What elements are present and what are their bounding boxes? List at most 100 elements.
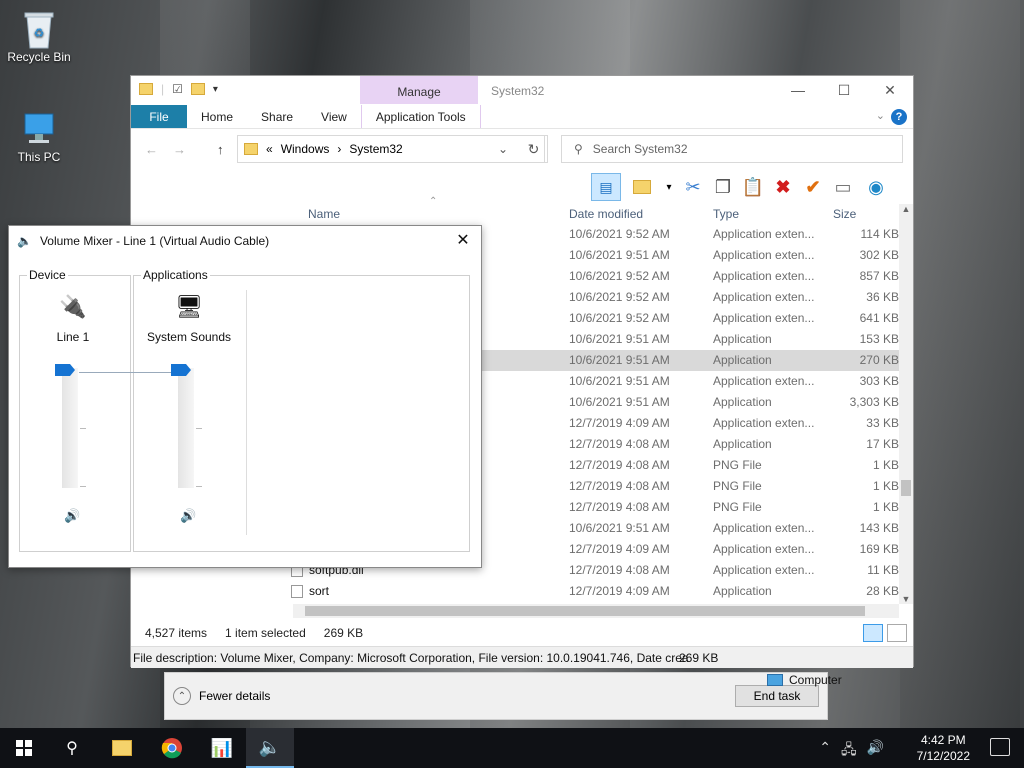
large-icons-view-button[interactable] [887, 624, 907, 642]
file-date-modified: 10/6/2021 9:51 AM [569, 521, 670, 535]
vertical-scrollbar[interactable]: ▲ ▼ [899, 204, 913, 604]
tab-view[interactable]: View [307, 105, 361, 128]
system-sounds-mute-button[interactable]: 🔊 [180, 508, 196, 524]
file-size: 857 KB [859, 269, 899, 283]
close-button[interactable]: ✕ [867, 76, 913, 104]
column-type[interactable]: Type [713, 207, 739, 221]
app-name[interactable]: System Sounds [139, 330, 239, 344]
item-count: 4,527 items [145, 626, 208, 640]
device-volume-slider[interactable] [55, 364, 86, 488]
app-channel-system-sounds: 🖥 System Sounds [139, 294, 239, 344]
scroll-down-icon[interactable]: ▼ [899, 594, 913, 604]
explorer-titlebar[interactable]: | ☑ ▾ Manage System32 — ☐ ✕ [131, 76, 913, 104]
clock-time: 4:42 PM [920, 733, 966, 747]
scroll-up-icon[interactable]: ▲ [899, 204, 913, 214]
device-name[interactable]: Line 1 [29, 330, 117, 344]
desktop-icon-this-pc[interactable]: This PC [4, 110, 74, 164]
tab-home[interactable]: Home [187, 105, 247, 128]
volume-mixer-taskbar-button[interactable]: 🔈 [246, 728, 294, 768]
up-button[interactable]: ↑ [217, 142, 224, 157]
table-row[interactable]: sort 12/7/2019 4:09 AM Application 28 KB [131, 581, 901, 602]
start-button[interactable] [0, 728, 48, 768]
notification-center-icon[interactable] [990, 738, 1010, 756]
globe-icon[interactable]: ◉ [861, 175, 891, 199]
address-bar[interactable]: « Windows › System32 ⌄ [237, 135, 545, 163]
chevron-up-icon[interactable]: ⌃ [819, 739, 831, 763]
slider-tick [196, 486, 202, 487]
network-icon[interactable]: 🖧 [841, 739, 857, 763]
close-button[interactable]: ✕ [453, 230, 473, 250]
fewer-details-button[interactable]: ⌃ Fewer details [173, 687, 270, 705]
forward-button[interactable]: → [173, 142, 186, 157]
view-toggle [863, 624, 907, 642]
file-size: 33 KB [866, 416, 899, 430]
breadcrumb-system32[interactable]: System32 [349, 142, 402, 156]
volume-icon[interactable]: 🔊 [867, 739, 884, 763]
maximize-button[interactable]: ☐ [821, 76, 867, 104]
tab-share[interactable]: Share [247, 105, 307, 128]
task-manager-taskbar-button[interactable]: 📊 [198, 728, 246, 768]
minimize-button[interactable]: — [775, 76, 821, 104]
new-folder-icon[interactable] [190, 83, 205, 95]
divider [246, 290, 247, 535]
monitor-icon [767, 674, 783, 686]
tab-application-tools[interactable]: Application Tools [360, 105, 481, 128]
column-name[interactable]: Name [308, 207, 340, 221]
new-folder-icon[interactable] [627, 175, 657, 199]
refresh-button[interactable]: ↻ [520, 135, 548, 163]
horizontal-scrollbar[interactable] [293, 604, 899, 618]
folder-icon [244, 143, 258, 155]
expand-ribbon-icon[interactable]: ⌄ [876, 109, 885, 122]
breadcrumb-windows[interactable]: Windows [281, 142, 330, 156]
file-explorer-taskbar-button[interactable] [98, 728, 146, 768]
clock[interactable]: 4:42 PM 7/12/2022 [917, 732, 970, 764]
column-date-modified[interactable]: Date modified [569, 207, 643, 221]
details-view-button[interactable] [863, 624, 883, 642]
desktop-icon-label: Recycle Bin [7, 50, 71, 64]
selection-count: 1 item selected [225, 626, 306, 640]
dropdown-icon[interactable]: ▾ [663, 175, 675, 199]
search-button[interactable]: ⚲ [48, 728, 96, 768]
system-sounds-icon: 🖥 [175, 294, 203, 319]
audio-cable-icon: 🔌 [59, 294, 87, 319]
breadcrumb-overflow[interactable]: « [266, 142, 273, 156]
system-sounds-volume-slider[interactable] [171, 364, 202, 488]
delete-icon[interactable]: ✖ [771, 175, 795, 199]
manage-context-tab[interactable]: Manage [360, 76, 478, 104]
vertical-scroll-thumb[interactable] [901, 480, 911, 496]
cut-icon[interactable]: ✂ [681, 175, 705, 199]
volume-mixer-titlebar[interactable]: 🔈 Volume Mixer - Line 1 (Virtual Audio C… [17, 234, 269, 248]
chevron-down-icon[interactable]: ⌄ [498, 142, 508, 156]
properties-icon[interactable]: ☑ [172, 82, 183, 96]
file-type: Application exten... [713, 311, 815, 325]
back-button[interactable]: ← [145, 142, 158, 157]
device-mute-button[interactable]: 🔊 [64, 508, 80, 524]
file-type: PNG File [713, 479, 762, 493]
location-label: Computer [789, 673, 842, 687]
chrome-taskbar-button[interactable] [148, 728, 196, 768]
search-placeholder: Search System32 [592, 142, 688, 156]
file-size: 36 KB [866, 290, 899, 304]
copy-icon[interactable]: ❐ [711, 175, 735, 199]
preview-pane-icon[interactable]: ▤ [591, 173, 621, 201]
paste-icon[interactable]: 📋 [741, 175, 765, 199]
file-date-modified: 12/7/2019 4:09 AM [569, 542, 670, 556]
explorer-toolbar: ▤ ▾ ✂ ❐ 📋 ✖ ✔ ▭ ◉ [591, 172, 891, 202]
column-size[interactable]: Size [833, 207, 856, 221]
desktop-icon-recycle-bin[interactable]: ♻ Recycle Bin [4, 10, 74, 64]
help-icon[interactable]: ? [891, 109, 907, 125]
file-type: Application exten... [713, 248, 815, 262]
navigation-bar: ← → ↑ « Windows › System32 ⌄ ↻ ⚲ Search … [131, 132, 913, 166]
check-icon[interactable]: ✔ [801, 175, 825, 199]
file-type: Application exten... [713, 290, 815, 304]
horizontal-scroll-thumb[interactable] [305, 606, 865, 616]
file-date-modified: 10/6/2021 9:51 AM [569, 332, 670, 346]
search-input[interactable]: ⚲ Search System32 [561, 135, 903, 163]
file-date-modified: 10/6/2021 9:52 AM [569, 269, 670, 283]
tab-file[interactable]: File [131, 105, 187, 128]
file-type: Application exten... [713, 563, 815, 577]
file-type: Application exten... [713, 416, 815, 430]
rename-icon[interactable]: ▭ [831, 175, 855, 199]
separator: | [161, 82, 165, 96]
customize-toolbar-icon[interactable]: ▾ [213, 84, 218, 95]
